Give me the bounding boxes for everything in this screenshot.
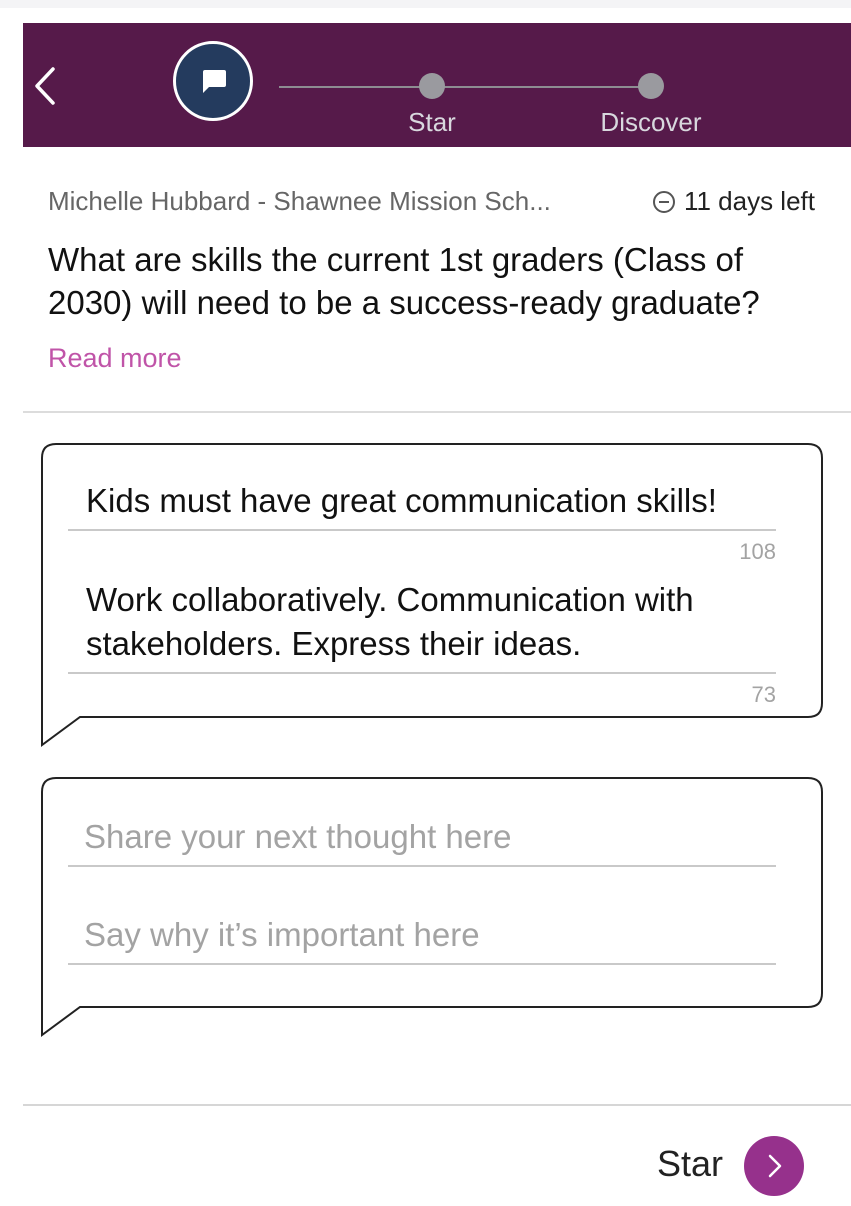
thought-reason-text: Work collaboratively. Communication with… [86, 581, 694, 662]
step-star-label: Star [408, 107, 456, 137]
input-underline [68, 865, 776, 867]
thought-title-field[interactable]: Kids must have great communication skill… [68, 479, 776, 531]
new-thought-input[interactable]: Share your next thought here [68, 815, 776, 867]
post-author: Michelle Hubbard - Shawnee Mission Sch..… [48, 186, 551, 216]
title-char-counter: 108 [739, 539, 776, 564]
status-band [0, 0, 851, 8]
step-discover-label: Discover [600, 107, 702, 137]
step-star-dot[interactable] [419, 73, 445, 99]
next-button[interactable] [744, 1136, 804, 1196]
back-chevron-icon [35, 67, 55, 105]
new-thought-card: Share your next thought here Say why it’… [40, 777, 824, 1039]
question-text: What are skills the current 1st graders … [48, 241, 760, 321]
step-share-active[interactable] [173, 41, 253, 121]
section-divider [23, 411, 851, 413]
reason-char-counter: 73 [751, 682, 776, 707]
chat-bubble-icon [203, 70, 226, 93]
thought-reason-field[interactable]: Work collaboratively. Communication with… [68, 578, 776, 674]
input-underline [68, 672, 776, 674]
progress-line [279, 86, 659, 88]
header-bar: Star Discover [23, 23, 851, 147]
chevron-right-icon [768, 1154, 782, 1178]
importance-input[interactable]: Say why it’s important here [68, 913, 776, 965]
input-underline [68, 529, 776, 531]
time-remaining: 11 days left [652, 186, 815, 217]
new-thought-placeholder: Share your next thought here [84, 818, 512, 855]
thought-card: Kids must have great communication skill… [40, 443, 824, 748]
input-underline [68, 963, 776, 965]
clock-icon [652, 190, 675, 213]
step-discover-dot[interactable] [638, 73, 664, 99]
next-step-label[interactable]: Star [657, 1143, 723, 1185]
time-left-text: 11 days left [683, 186, 815, 216]
back-button[interactable] [31, 63, 71, 109]
thought-title-text: Kids must have great communication skill… [86, 482, 717, 519]
importance-placeholder: Say why it’s important here [84, 916, 480, 953]
footer-divider [23, 1104, 851, 1106]
read-more-link[interactable]: Read more [48, 343, 182, 374]
